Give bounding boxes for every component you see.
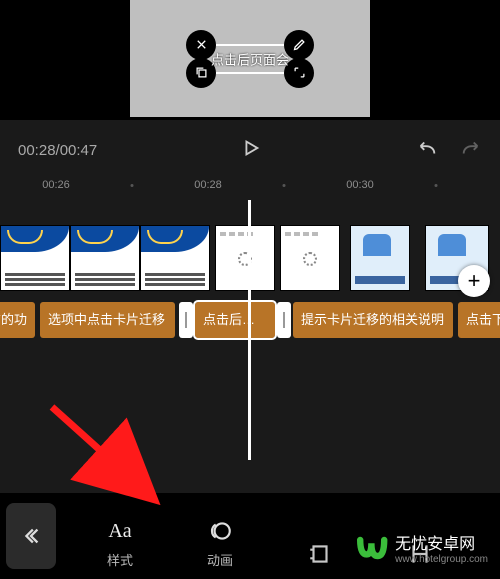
text-clip[interactable]: 方的功 [0, 302, 35, 338]
undo-button[interactable] [416, 137, 438, 163]
video-thumb[interactable] [280, 225, 340, 291]
back-button[interactable] [6, 503, 56, 569]
video-thumb[interactable] [70, 225, 140, 291]
text-clip-selected[interactable]: 点击后页面 [195, 302, 275, 338]
ruler-tick: 00:30 [346, 179, 374, 191]
tool-style[interactable]: Aa 样式 [80, 516, 160, 569]
watermark-name: 无忧安卓网 [395, 530, 488, 554]
caption-selection-box[interactable]: 点击后页面会 [186, 30, 314, 88]
play-button[interactable] [240, 137, 262, 163]
timeline-ruler[interactable]: 00:26 00:28 00:30 [0, 175, 500, 197]
ruler-tick: 00:28 [194, 179, 222, 191]
video-editor-root: 点击后页面会 00:28/00:47 00:26 00:28 00:30 [0, 0, 500, 579]
tool-icon [280, 539, 360, 569]
tool-animation[interactable]: 动画 [180, 516, 260, 569]
time-display: 00:28/00:47 [18, 142, 97, 159]
preview-area[interactable]: 点击后页面会 [0, 0, 500, 120]
preview-frame: 点击后页面会 [130, 0, 370, 117]
clip-handle-left[interactable] [179, 302, 193, 338]
video-thumb[interactable] [140, 225, 210, 291]
tool-label: 动画 [180, 550, 260, 569]
add-clip-button[interactable]: + [458, 265, 490, 297]
watermark: 无忧安卓网 www.hotelgroup.com [357, 530, 488, 565]
text-style-icon: Aa [80, 516, 160, 546]
video-thumb[interactable] [350, 225, 410, 291]
play-controls: 00:28/00:47 [0, 130, 500, 170]
playhead[interactable] [248, 200, 251, 460]
caption-text[interactable]: 点击后页面会 [211, 49, 289, 68]
clip-handle-right[interactable] [277, 302, 291, 338]
watermark-logo-icon [357, 532, 389, 564]
redo-button[interactable] [460, 137, 482, 163]
watermark-url: www.hotelgroup.com [395, 554, 488, 565]
video-thumb[interactable] [215, 225, 275, 291]
tool-option-3[interactable] [280, 539, 360, 569]
text-clip[interactable]: 提示卡片迁移的相关说明 [293, 302, 453, 338]
ruler-tick: 00:26 [42, 179, 70, 191]
tool-label: 样式 [80, 550, 160, 569]
text-clip[interactable]: 选项中点击卡片迁移 [40, 302, 175, 338]
animation-icon [180, 516, 260, 546]
video-thumb[interactable] [0, 225, 70, 291]
text-clip[interactable]: 点击下 [458, 302, 500, 338]
